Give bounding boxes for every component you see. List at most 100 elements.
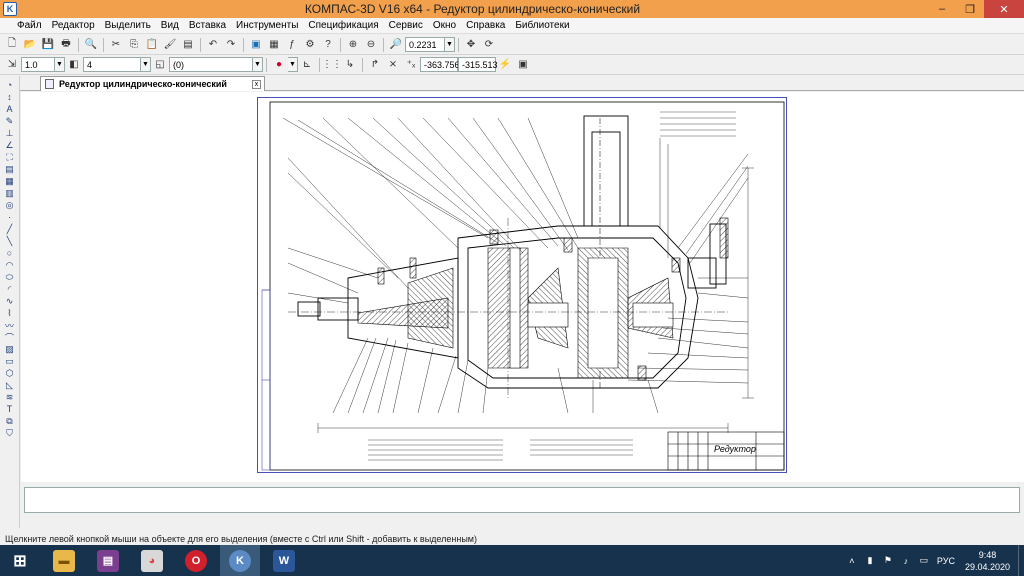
print-icon[interactable]: 🖶: [58, 37, 74, 53]
ortho-icon[interactable]: ⊾: [299, 57, 315, 73]
taskbar-kompas[interactable]: K: [220, 545, 260, 576]
language-indicator[interactable]: РУС: [937, 556, 955, 566]
snap-icon[interactable]: ⇲: [4, 57, 20, 73]
drawing-sheet[interactable]: Редуктор: [257, 97, 787, 473]
grid-icon[interactable]: ⋮⋮: [322, 57, 342, 73]
geometry-icon[interactable]: ◔: [3, 80, 17, 91]
close-button[interactable]: ✕: [984, 0, 1024, 18]
refresh-icon[interactable]: ⟳: [481, 37, 497, 53]
selection-icon[interactable]: ⛶: [3, 152, 17, 163]
taskbar-word[interactable]: W: [264, 545, 304, 576]
line-scale-dropdown-icon[interactable]: ▼: [55, 57, 65, 72]
line-scale-field[interactable]: 1.0: [21, 57, 55, 72]
designations-icon[interactable]: A: [3, 104, 17, 115]
polygon-icon[interactable]: ⬡: [3, 368, 17, 379]
style-dropdown-icon[interactable]: ▼: [288, 57, 298, 72]
flag-icon[interactable]: ⚑: [882, 555, 894, 566]
filter-icon[interactable]: ⛉: [3, 428, 17, 439]
pan-icon[interactable]: ✥: [463, 37, 479, 53]
point-icon[interactable]: ·: [3, 212, 17, 223]
menu-file[interactable]: Файл: [12, 20, 47, 31]
measure-icon[interactable]: ∠: [3, 140, 17, 151]
minimize-button[interactable]: –: [928, 0, 956, 18]
zoom-frame-icon[interactable]: ⊕: [345, 37, 361, 53]
polyline-icon[interactable]: ⌇: [3, 308, 17, 319]
arc-icon[interactable]: ◠: [3, 260, 17, 271]
zoom-value-field[interactable]: 0.2231: [405, 37, 445, 52]
clock[interactable]: 9:48 29.04.2020: [965, 549, 1010, 573]
associative-views-icon[interactable]: ▤: [3, 164, 17, 175]
drawing-canvas[interactable]: Редуктор: [21, 92, 1024, 482]
undo-icon[interactable]: ↶: [205, 37, 221, 53]
layer-dropdown-icon[interactable]: ▼: [141, 57, 151, 72]
fragments-icon[interactable]: ◎: [3, 200, 17, 211]
round-icon[interactable]: ⨯: [385, 57, 401, 73]
menu-editor[interactable]: Редактор: [47, 20, 100, 31]
manager-icon[interactable]: ▣: [248, 37, 264, 53]
circle-icon[interactable]: ○: [3, 248, 17, 259]
coord-x-field[interactable]: -363.756: [420, 57, 460, 72]
taskbar-winrar[interactable]: ▤: [88, 545, 128, 576]
save-icon[interactable]: 💾: [40, 37, 56, 53]
view-field[interactable]: (0): [169, 57, 253, 72]
battery-icon[interactable]: ▭: [918, 555, 930, 566]
coord-y-field[interactable]: -315.513: [458, 57, 498, 72]
menu-insert[interactable]: Вставка: [184, 20, 231, 31]
cut-icon[interactable]: ✂: [108, 37, 124, 53]
nurbs-icon[interactable]: 〰: [3, 320, 17, 331]
text-icon[interactable]: T: [3, 404, 17, 415]
open-icon[interactable]: 📂: [22, 37, 38, 53]
equidistant-icon[interactable]: ≋: [3, 392, 17, 403]
kompas-app-icon[interactable]: K: [3, 2, 17, 16]
redo-icon[interactable]: ↷: [223, 37, 239, 53]
paste-icon[interactable]: 📋: [144, 37, 160, 53]
menu-service[interactable]: Сервис: [384, 20, 428, 31]
variables-icon[interactable]: ▦: [266, 37, 282, 53]
spec-icon[interactable]: ▥: [3, 188, 17, 199]
copy-icon[interactable]: ⎘: [126, 37, 142, 53]
new-document-icon[interactable]: 🗋: [4, 37, 20, 53]
fillet-icon[interactable]: ◜: [3, 284, 17, 295]
parametrization-icon[interactable]: ⊥: [3, 128, 17, 139]
zoom-previous-icon[interactable]: ⊖: [363, 37, 379, 53]
function-icon[interactable]: ƒ: [284, 37, 300, 53]
menu-select[interactable]: Выделить: [100, 20, 156, 31]
layer-field[interactable]: 4: [83, 57, 141, 72]
document-tab[interactable]: Редуктор цилиндрическо-конический x: [40, 76, 265, 91]
local-cs-icon[interactable]: ↳: [342, 57, 358, 73]
apply-icon[interactable]: ⚡: [497, 57, 513, 73]
library-manager-icon[interactable]: ⚙: [302, 37, 318, 53]
view-dropdown-icon[interactable]: ▼: [253, 57, 263, 72]
cursor-x-icon[interactable]: ↱: [367, 57, 383, 73]
zoom-dropdown-icon[interactable]: ▼: [445, 37, 455, 52]
menu-tools[interactable]: Инструменты: [231, 20, 303, 31]
network-icon[interactable]: ▮: [864, 555, 876, 566]
start-button[interactable]: ⊞: [0, 545, 40, 576]
exit-icon[interactable]: ▣: [515, 57, 531, 73]
show-desktop-button[interactable]: [1018, 545, 1024, 576]
zoom-in-icon[interactable]: 🔎: [388, 37, 404, 53]
show-hidden-icon[interactable]: ˄: [846, 556, 858, 566]
report-icon[interactable]: ▦: [3, 176, 17, 187]
menu-window[interactable]: Окно: [428, 20, 461, 31]
properties-icon[interactable]: ▤: [180, 37, 196, 53]
hatch-icon[interactable]: ▨: [3, 344, 17, 355]
contour-icon[interactable]: ⌒: [3, 332, 17, 343]
menu-libraries[interactable]: Библиотеки: [510, 20, 574, 31]
view-icon[interactable]: ◱: [152, 57, 168, 73]
menu-specification[interactable]: Спецификация: [303, 20, 383, 31]
menu-help[interactable]: Справка: [461, 20, 510, 31]
ellipse-icon[interactable]: ⬭: [3, 272, 17, 283]
taskbar-explorer[interactable]: ▬: [44, 545, 84, 576]
taskbar-paint[interactable]: ◕: [132, 545, 172, 576]
style-icon[interactable]: ●: [271, 57, 287, 73]
edit-icon[interactable]: ✎: [3, 116, 17, 127]
coord-icon[interactable]: ⁺ₓ: [403, 57, 419, 73]
restore-button[interactable]: ❐: [956, 0, 984, 18]
rectangle-icon[interactable]: ▭: [3, 356, 17, 367]
segment-icon[interactable]: ╲: [3, 236, 17, 247]
layer-icon[interactable]: ◧: [66, 57, 82, 73]
menu-view[interactable]: Вид: [156, 20, 184, 31]
macro-icon[interactable]: ⧉: [3, 416, 17, 427]
volume-icon[interactable]: ♪: [900, 556, 912, 566]
